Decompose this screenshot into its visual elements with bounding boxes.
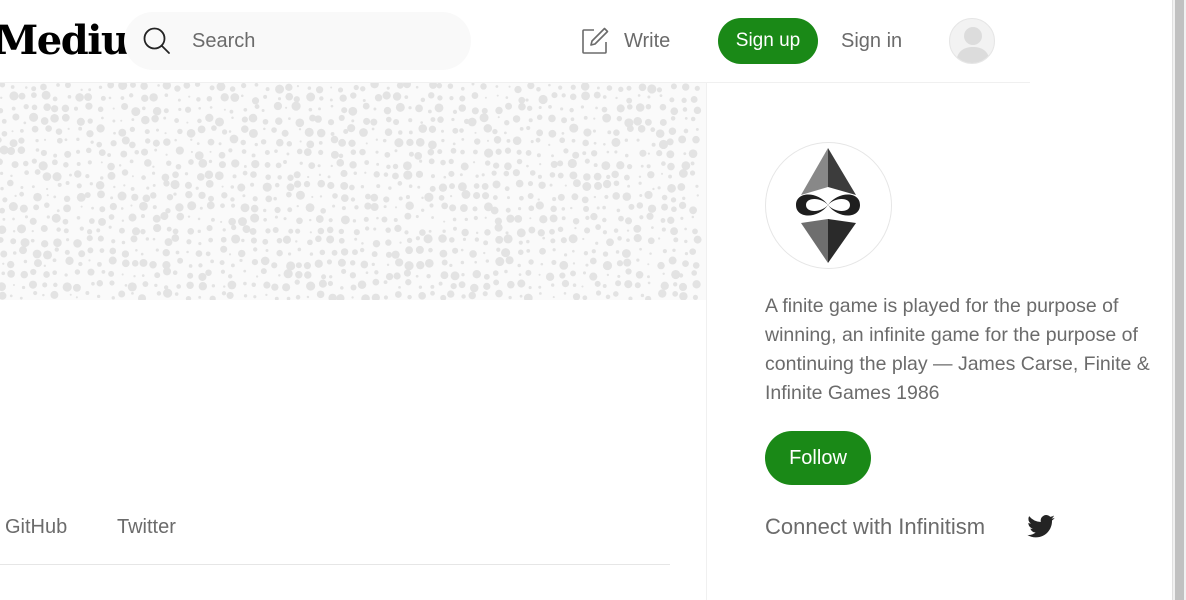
dot-pattern [0,83,702,300]
user-avatar[interactable] [949,18,995,64]
sidebar-divider [706,83,707,600]
twitter-icon[interactable] [1025,512,1057,542]
infinitism-logo [796,148,860,263]
write-label: Write [624,29,671,52]
scrollbar-thumb[interactable] [1175,0,1184,600]
search-input[interactable]: Search [192,29,255,53]
scrollbar[interactable] [1172,0,1186,600]
search-icon [143,27,170,54]
profile-bio: A finite game is played for the purpose … [765,295,1150,404]
top-bar: Medium Search Write Sign up Sign in [0,0,1030,83]
search-box[interactable]: Search [124,12,471,70]
write-link[interactable]: Write [580,24,670,58]
follow-button[interactable]: Follow [765,431,871,485]
connect-text: Connect with Infinitism [765,514,986,539]
write-icon [582,27,609,54]
profile-avatar[interactable] [765,142,892,269]
profile-tabs: GitHub Twitter [0,512,670,565]
user-placeholder-icon [956,27,990,63]
sign-up-button[interactable]: Sign up [718,18,818,64]
sign-in-link[interactable]: Sign in [841,29,902,53]
tab-twitter[interactable]: Twitter [117,515,176,539]
profile-banner [0,83,706,300]
tab-github[interactable]: GitHub [5,515,67,539]
